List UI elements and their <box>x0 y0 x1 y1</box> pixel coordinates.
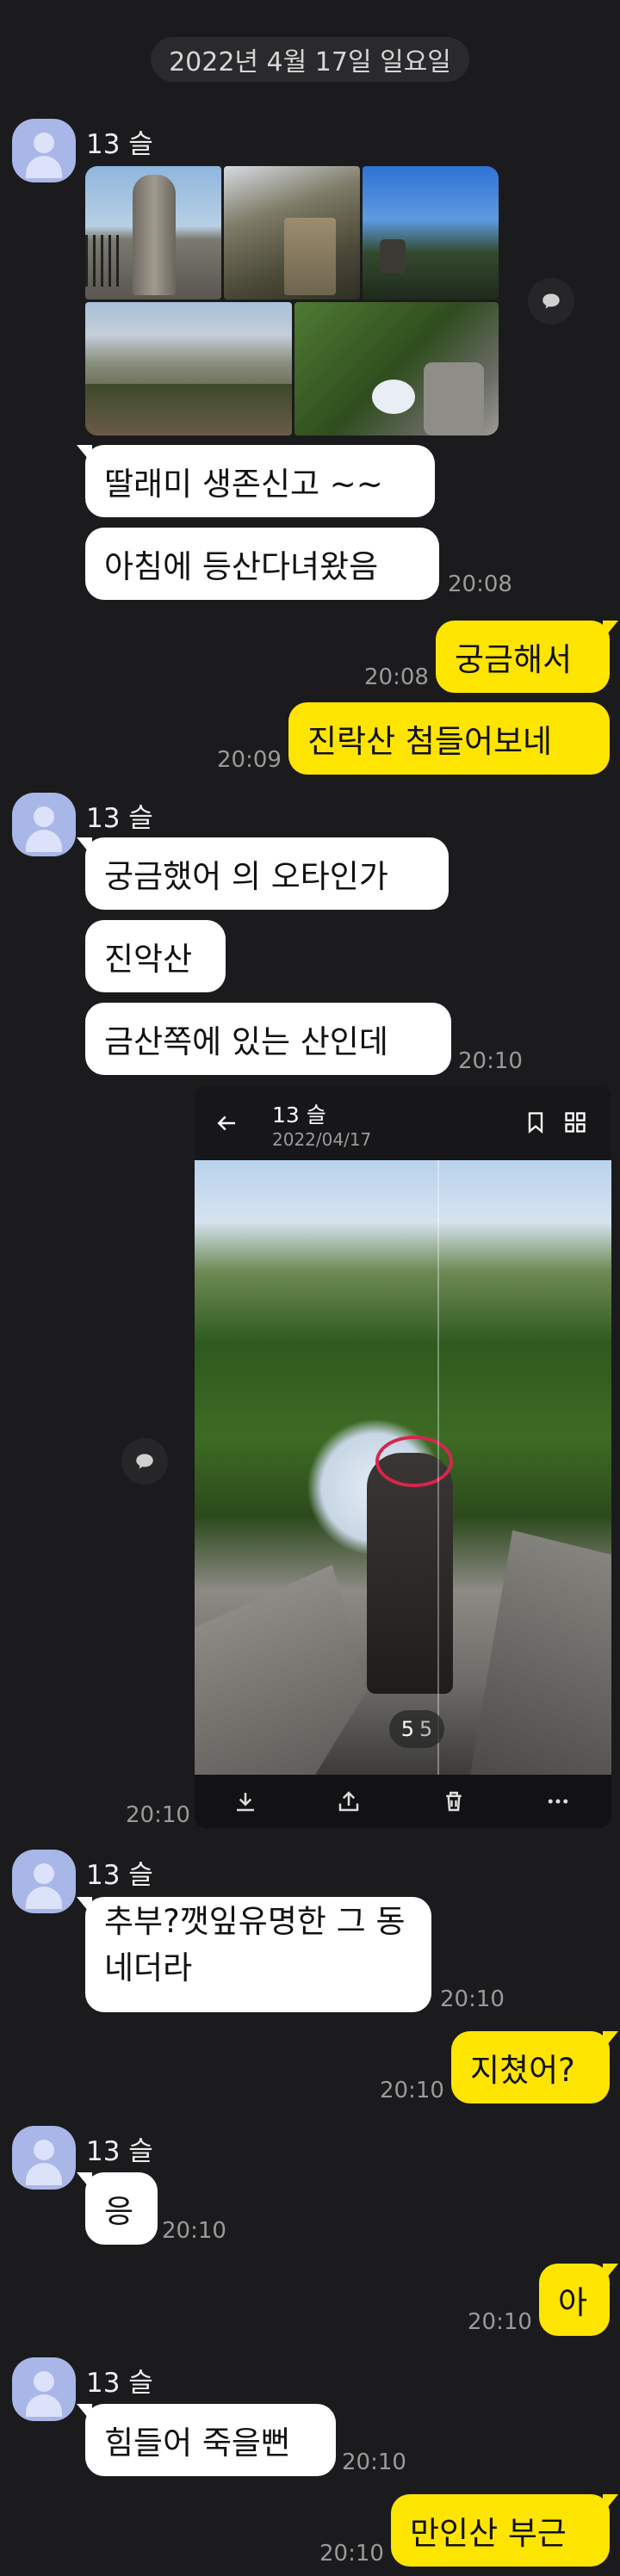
bookmark-icon[interactable] <box>524 1110 548 1134</box>
shared-photo[interactable]: 13 슬 2022/04/17 55 <box>195 1086 611 1828</box>
photo-content <box>195 1160 611 1775</box>
photo-thumb-3[interactable] <box>363 166 499 300</box>
message-bubble[interactable]: 응 <box>77 2172 158 2245</box>
photo-thumb-2[interactable] <box>224 166 360 300</box>
sender-name: 13 슬 <box>86 803 153 834</box>
my-message-bubble[interactable]: 진락산 첨들어보네 <box>288 702 610 775</box>
message-bubble[interactable]: 아침에 등산다녀왔음 <box>85 528 439 600</box>
my-message-bubble[interactable]: 만인산 부근 <box>391 2494 618 2567</box>
viewer-top-bar: 13 슬 2022/04/17 <box>195 1086 611 1160</box>
photo-counter: 55 <box>389 1710 444 1748</box>
message-bubble[interactable]: 추부?깻잎유명한 그 동네더라 <box>77 1897 431 2012</box>
message-bubble[interactable]: 궁금했어 의 오타인가 <box>77 837 449 910</box>
timestamp: 20:10 <box>319 2541 384 2567</box>
avatar[interactable] <box>12 2357 76 2421</box>
viewer-date: 2022/04/17 <box>272 1129 372 1150</box>
share-icon <box>542 293 560 309</box>
timestamp: 20:08 <box>448 571 512 597</box>
avatar[interactable] <box>12 793 76 856</box>
my-message-bubble[interactable]: 지쳤어? <box>451 2031 618 2103</box>
sender-name: 13 슬 <box>86 1860 153 1891</box>
back-arrow-icon[interactable] <box>214 1110 239 1136</box>
my-message-bubble[interactable]: 궁금해서 <box>436 621 618 693</box>
date-divider: 2022년 4월 17일 일요일 <box>151 37 469 82</box>
avatar[interactable] <box>12 119 76 182</box>
timestamp: 20:09 <box>217 747 282 773</box>
grid-icon[interactable] <box>563 1110 587 1134</box>
upload-icon[interactable] <box>336 1788 362 1814</box>
share-button[interactable] <box>121 1438 168 1485</box>
message-bubble[interactable]: 금산쪽에 있는 산인데 <box>85 1003 451 1075</box>
avatar[interactable] <box>12 2126 76 2190</box>
share-icon <box>136 1454 153 1469</box>
sender-name: 13 슬 <box>86 2368 153 2399</box>
timestamp: 20:10 <box>162 2218 226 2244</box>
message-bubble[interactable]: 딸래미 생존신고 ~~ <box>77 445 435 517</box>
viewer-bottom-bar <box>195 1775 611 1828</box>
message-bubble[interactable]: 진악산 <box>85 920 226 992</box>
sender-name: 13 슬 <box>86 2136 153 2167</box>
timestamp: 20:10 <box>380 2078 444 2103</box>
my-message-bubble[interactable]: 아 <box>539 2264 618 2336</box>
photo-thumb-4[interactable] <box>85 302 292 436</box>
avatar[interactable] <box>12 1850 76 1913</box>
photo-thumb-1[interactable] <box>85 166 221 300</box>
counter-current: 5 <box>400 1717 414 1741</box>
share-button[interactable] <box>528 278 574 324</box>
timestamp: 20:10 <box>126 1802 190 1828</box>
timestamp: 20:10 <box>440 1986 505 2012</box>
counter-total: 5 <box>419 1717 433 1741</box>
trash-icon[interactable] <box>441 1788 467 1814</box>
more-icon[interactable] <box>544 1788 572 1814</box>
download-icon[interactable] <box>232 1788 258 1814</box>
timestamp: 20:10 <box>342 2449 406 2475</box>
timestamp: 20:10 <box>458 1048 523 1074</box>
viewer-sender: 13 슬 <box>272 1103 326 1127</box>
timestamp: 20:10 <box>468 2309 532 2335</box>
photo-thumb-5[interactable] <box>294 302 499 436</box>
message-bubble[interactable]: 힘들어 죽을뻔 <box>77 2404 336 2476</box>
timestamp: 20:08 <box>364 664 429 690</box>
sender-name: 13 슬 <box>86 129 153 160</box>
